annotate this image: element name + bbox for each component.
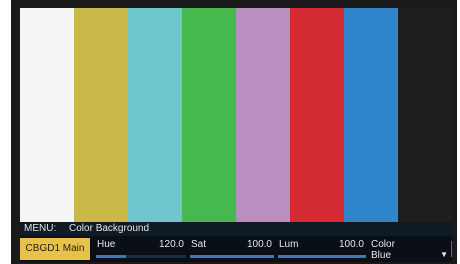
sat-label: Sat: [191, 239, 207, 250]
hue-slider-fill: [96, 255, 126, 258]
color-bar-white: [20, 8, 74, 222]
sat-slider-track[interactable]: [190, 255, 274, 258]
color-bars: [20, 8, 452, 222]
menu-key-label: MENU:: [24, 223, 57, 234]
color-bar-blue: [344, 8, 398, 222]
color-bar-yellow: [74, 8, 128, 222]
hue-slider-track[interactable]: [96, 255, 186, 258]
menu-header: MENU: Color Background: [20, 222, 452, 236]
lum-label: Lum: [279, 239, 299, 250]
hue-label: Hue: [97, 239, 116, 250]
sat-control[interactable]: Sat 100.0: [188, 238, 276, 260]
color-bar-magenta: [236, 8, 290, 222]
hue-control[interactable]: Hue 120.0: [94, 238, 188, 260]
color-select-value: Blue: [371, 250, 392, 261]
select-edge-divider: [451, 241, 452, 257]
color-select[interactable]: Color Blue ▼: [368, 238, 452, 261]
sat-slider-fill: [190, 255, 274, 258]
color-select-label: Color: [371, 239, 395, 250]
hue-value: 120.0: [158, 239, 184, 250]
menu-title: Color Background: [69, 223, 150, 234]
monitor-screen: MENU: Color Background CBGD1 Main Hue 12…: [11, 0, 457, 264]
menu-parameter-row: CBGD1 Main Hue 120.0 Sat 100.0 Lum 100.0…: [20, 236, 452, 262]
lum-value: 100.0: [338, 239, 364, 250]
dropdown-caret-icon: ▼: [440, 250, 448, 259]
color-bar-green: [182, 8, 236, 222]
preset-button[interactable]: CBGD1 Main: [20, 238, 90, 260]
color-bar-red: [290, 8, 344, 222]
color-bar-cyan: [128, 8, 182, 222]
lum-control[interactable]: Lum 100.0: [276, 238, 368, 260]
lum-slider-track[interactable]: [278, 255, 366, 258]
color-bar-black: [398, 8, 452, 222]
sat-value: 100.0: [246, 239, 272, 250]
lum-slider-fill: [278, 255, 366, 258]
